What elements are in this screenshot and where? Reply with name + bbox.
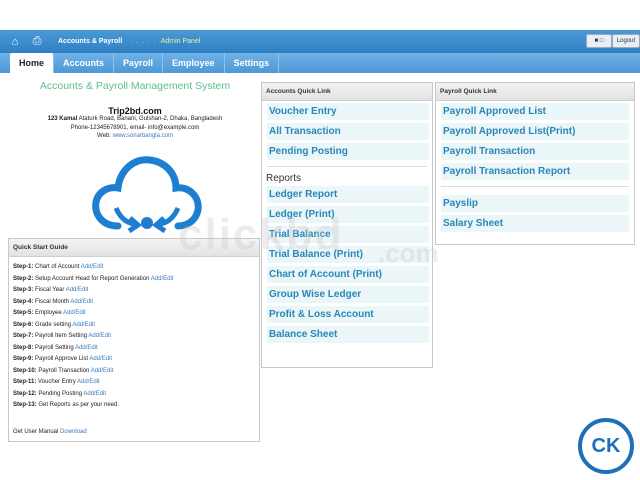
add-edit-link[interactable]: Add/Edit <box>151 276 174 282</box>
home-icon[interactable]: ⌂ <box>8 36 22 48</box>
quick-start-guide: Quick Start Guide Step-1: Chart of Accou… <box>8 238 260 442</box>
payroll-link-payroll-approved-list[interactable]: Payroll Approved List <box>441 103 629 121</box>
payroll-link-payroll-transaction[interactable]: Payroll Transaction <box>441 143 629 161</box>
report-link-balance-sheet[interactable]: Balance Sheet <box>267 326 429 344</box>
add-edit-link[interactable]: Add/Edit <box>77 379 100 385</box>
divider <box>267 161 427 167</box>
list-item: Step-11: Voucher Entry Add/Edit <box>13 379 100 385</box>
list-item: Step-4: Fiscal Month Add/Edit <box>13 298 94 305</box>
system-title: Accounts & Payroll Management System <box>39 80 231 92</box>
title-separator: . . . . . <box>130 38 157 45</box>
list-item: Step-1: Chart of Account Add/Edit <box>13 264 104 270</box>
download-manual-link[interactable]: Download <box>60 429 87 435</box>
watermark-suffix: .com <box>378 238 439 268</box>
add-edit-link[interactable]: Add/Edit <box>66 287 89 293</box>
report-link-ledger-report[interactable]: Ledger Report <box>267 186 429 204</box>
payroll-quick-link-title: Payroll Quick Link <box>436 83 634 101</box>
list-item: Step-12: Pending Posting Add/Edit <box>13 390 107 397</box>
tab-payroll[interactable]: Payroll <box>114 53 164 73</box>
reports-title: Reports <box>266 173 302 184</box>
panel-label: Admin Panel <box>160 38 201 45</box>
tab-employee[interactable]: Employee <box>163 53 225 73</box>
company-name: Trip2bd.com <box>108 106 162 116</box>
add-edit-link[interactable]: Add/Edit <box>81 264 104 270</box>
accounts-quick-link-title: Accounts Quick Link <box>262 83 432 101</box>
list-item: Step-7: Payroll Item Setting Add/Edit <box>13 333 112 339</box>
add-edit-link[interactable]: Add/Edit <box>70 299 93 305</box>
add-edit-link[interactable]: Add/Edit <box>88 333 111 339</box>
main-nav: Home Accounts Payroll Employee Settings <box>0 53 640 73</box>
list-item: Step-8: Payroll Setting Add/Edit <box>13 344 98 351</box>
quick-link-pending-posting[interactable]: Pending Posting <box>267 143 429 161</box>
list-item: Step-5: Employee Add/Edit <box>13 310 86 316</box>
payroll-link-payslip[interactable]: Payslip <box>441 195 629 213</box>
company-address: 123 Kamal Ataturk Road, Banani, Gulshan-… <box>47 116 223 122</box>
payroll-link-payroll-transaction-report[interactable]: Payroll Transaction Report <box>441 163 629 181</box>
list-item: Step-6: Grade setting Add/Edit <box>13 321 96 328</box>
add-edit-link[interactable]: Add/Edit <box>63 310 86 316</box>
quick-link-all-transaction[interactable]: All Transaction <box>267 123 429 141</box>
printer-icon[interactable]: ⎙ <box>30 35 44 48</box>
top-header-bar: ⌂ ⎙ Accounts & Payroll . . . . . Admin P… <box>0 30 640 53</box>
add-edit-link[interactable]: Add/Edit <box>75 345 98 351</box>
list-item: Step-2: Setup Account Head for Report Ge… <box>13 275 174 282</box>
ck-badge-icon: CK <box>578 418 634 474</box>
report-link-profit-loss-account[interactable]: Profit & Loss Account <box>267 306 429 324</box>
add-edit-link[interactable]: Add/Edit <box>89 356 112 362</box>
company-phone: Phone-12345678901, email- info@example.c… <box>70 125 200 131</box>
add-edit-link[interactable]: Add/Edit <box>91 368 114 374</box>
quick-link-voucher-entry[interactable]: Voucher Entry <box>267 103 429 121</box>
list-item: Step-10: Payroll Transaction Add/Edit <box>13 367 114 374</box>
list-item: Step-13: Get Reports as per your need. <box>13 402 120 408</box>
user-manual-row: Get User Manual Download <box>13 429 87 435</box>
report-link-group-wise-ledger[interactable]: Group Wise Ledger <box>267 286 429 304</box>
list-item: Step-9: Payroll Approve List Add/Edit <box>13 356 113 362</box>
website-link[interactable]: www.sonarbangla.com <box>113 133 173 139</box>
app-root: ⌂ ⎙ Accounts & Payroll . . . . . Admin P… <box>0 0 640 480</box>
user-button[interactable]: ■ □ <box>586 34 612 48</box>
tab-settings[interactable]: Settings <box>225 53 280 73</box>
tab-home[interactable]: Home <box>10 53 55 73</box>
list-item: Step-3: Fiscal Year Add/Edit <box>13 287 89 293</box>
add-edit-link[interactable]: Add/Edit <box>83 391 106 397</box>
add-edit-link[interactable]: Add/Edit <box>72 322 95 328</box>
watermark: clickbd <box>178 210 344 259</box>
logout-button[interactable]: Logout <box>612 34 640 48</box>
app-title: Accounts & Payroll <box>58 38 123 45</box>
tab-accounts[interactable]: Accounts <box>54 53 115 73</box>
payroll-link-payroll-approved-list-print[interactable]: Payroll Approved List(Print) <box>441 123 629 141</box>
quick-start-steps: Step-1: Chart of Account Add/Edit Step-2:… <box>9 257 259 414</box>
payroll-quick-link-panel: Payroll Quick Link Payroll Approved List… <box>435 82 635 245</box>
payroll-link-salary-sheet[interactable]: Salary Sheet <box>441 215 629 233</box>
company-web: Web: www.sonarbangla.com <box>97 133 173 139</box>
